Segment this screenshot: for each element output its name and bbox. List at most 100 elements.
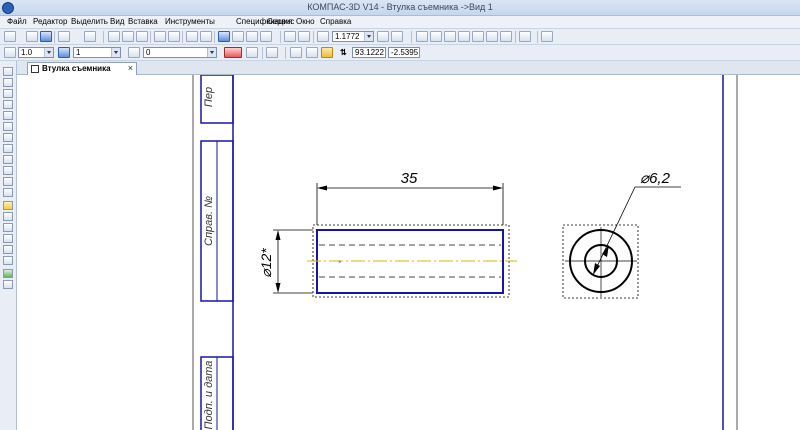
coordinate-label: ⇅ (340, 48, 347, 57)
dim-12-arrow-top (275, 230, 281, 240)
menu-select[interactable]: Выделить (71, 17, 108, 26)
dim-12-arrow-bottom (275, 283, 281, 293)
fillet-tool-icon[interactable] (472, 31, 484, 42)
layer-state-icon[interactable] (128, 47, 140, 58)
hatch-tool-icon[interactable] (458, 31, 470, 42)
window-title: КОМПАС-3D V14 - Втулка съемника ->Вид 1 (307, 2, 493, 12)
cut-icon[interactable] (108, 31, 120, 42)
ortho-mode-icon[interactable] (306, 47, 318, 58)
frame-label-bottom: Подп. и дата (203, 361, 215, 430)
edit-tool-icon[interactable] (3, 122, 13, 131)
dim-length-text[interactable]: 35 (401, 170, 418, 187)
associative-view-icon[interactable] (3, 166, 13, 175)
local-cs-icon[interactable] (290, 47, 302, 58)
measure-icon[interactable] (3, 144, 13, 153)
cursor-y-field[interactable]: -2.5395 (388, 47, 420, 58)
format-brush-icon[interactable] (154, 31, 166, 42)
pencil-tool-icon[interactable] (3, 78, 13, 87)
snap-mode-icon[interactable] (246, 47, 258, 58)
manager-icon[interactable] (218, 31, 230, 42)
dimensions-tool-icon[interactable] (3, 100, 13, 109)
spline-tool-icon[interactable] (444, 31, 456, 42)
view-number-field[interactable]: 1 (73, 47, 121, 58)
line-weight-field[interactable]: 1.0 (18, 47, 54, 58)
stop-command-icon[interactable] (541, 31, 553, 42)
drawing-sheet[interactable]: Пер Справ. № Подп. и дата × 35 ⌀12* ⌀6,2 (17, 75, 800, 430)
dim-6-2-arrow-lower (593, 263, 600, 275)
text-tool-icon[interactable] (486, 31, 498, 42)
leader-icon[interactable] (3, 269, 13, 278)
parallel-line-icon[interactable] (3, 89, 13, 98)
cursor-x-field[interactable]: 93.1222 (352, 47, 386, 58)
variables-icon[interactable] (519, 31, 531, 42)
menu-insert[interactable]: Вставка (128, 17, 158, 26)
close-icon[interactable]: × (128, 63, 133, 73)
menu-view[interactable]: Вид (110, 17, 124, 26)
geometry-tool-icon[interactable] (3, 67, 13, 76)
grid-step-icon[interactable] (4, 47, 16, 58)
chevron-down-icon[interactable] (44, 48, 53, 57)
chevron-down-icon[interactable] (111, 48, 120, 57)
properties-icon[interactable] (168, 31, 180, 42)
line-weight-value: 1.0 (21, 48, 33, 57)
report-icon[interactable] (3, 188, 13, 197)
line-tool-icon[interactable] (416, 31, 428, 42)
designation-tool-icon[interactable] (3, 111, 13, 120)
cursor-y-value: -2.5395 (391, 48, 419, 57)
arc-tool-icon[interactable] (430, 31, 442, 42)
view-state-icon[interactable] (58, 47, 70, 58)
linear-dimension-icon[interactable] (3, 212, 13, 221)
function-icon[interactable] (246, 31, 258, 42)
document-tabs: Втулка съемника × (17, 61, 800, 75)
parametrization-icon[interactable] (3, 133, 13, 142)
menu-editor[interactable]: Редактор (33, 17, 67, 26)
library-icon[interactable] (232, 31, 244, 42)
paste-icon[interactable] (136, 31, 148, 42)
print-preview-icon[interactable] (84, 31, 96, 42)
zoom-window-icon[interactable] (284, 31, 296, 42)
tab-vtulka[interactable]: Втулка съемника × (27, 62, 137, 75)
select-icon[interactable] (3, 155, 13, 164)
spec-icon[interactable] (3, 177, 13, 186)
cursor-x-value: 93.1222 (355, 48, 384, 57)
print-icon[interactable] (58, 31, 70, 42)
menu-file[interactable]: Файл (7, 17, 27, 26)
dim-outer-diameter-text[interactable]: ⌀12* (258, 248, 274, 278)
redo-icon[interactable] (200, 31, 212, 42)
layer-number-field[interactable]: 0 (143, 47, 217, 58)
save-icon[interactable] (40, 31, 52, 42)
parametric-mode-icon[interactable] (321, 47, 333, 58)
radial-dimension-icon[interactable] (3, 234, 13, 243)
angular-dimension-icon[interactable] (3, 245, 13, 254)
dim-inner-diameter-text[interactable]: ⌀6,2 (640, 170, 671, 187)
open-folder-icon[interactable] (26, 31, 38, 42)
bushing-front-contour[interactable] (316, 229, 504, 294)
refresh-view-icon[interactable] (391, 31, 403, 42)
help-pointer-icon[interactable] (260, 31, 272, 42)
measure-tool-icon[interactable] (500, 31, 512, 42)
grid-icon[interactable] (266, 47, 278, 58)
new-document-icon[interactable] (4, 31, 16, 42)
menu-help[interactable]: Справка (320, 17, 351, 26)
snap-settings-icon[interactable] (224, 47, 242, 58)
chevron-down-icon[interactable] (364, 32, 373, 41)
diameter-dimension-icon[interactable] (3, 223, 13, 232)
drawing-canvas[interactable]: Пер Справ. № Подп. и дата × 35 ⌀12* ⌀6,2 (17, 75, 800, 430)
drawing-document-icon (31, 65, 39, 73)
arc-dimension-icon[interactable] (3, 256, 13, 265)
pan-icon[interactable] (377, 31, 389, 42)
menu-window[interactable]: Окно (296, 17, 315, 26)
frame-label-top: Пер (203, 87, 215, 107)
menu-service[interactable]: Сервис (267, 17, 294, 26)
zoom-field[interactable]: 1.1772 (332, 31, 374, 42)
undo-icon[interactable] (186, 31, 198, 42)
copy-icon[interactable] (122, 31, 134, 42)
insert-element-icon[interactable] (3, 201, 13, 210)
menu-tools[interactable]: Инструменты (165, 17, 215, 26)
zoom-icon[interactable] (317, 31, 329, 42)
dim-35-arrow-right (493, 185, 503, 191)
chevron-down-icon[interactable] (207, 48, 216, 57)
roughness-icon[interactable] (3, 280, 13, 289)
view-number-value: 1 (76, 48, 81, 57)
zoom-all-icon[interactable] (298, 31, 310, 42)
